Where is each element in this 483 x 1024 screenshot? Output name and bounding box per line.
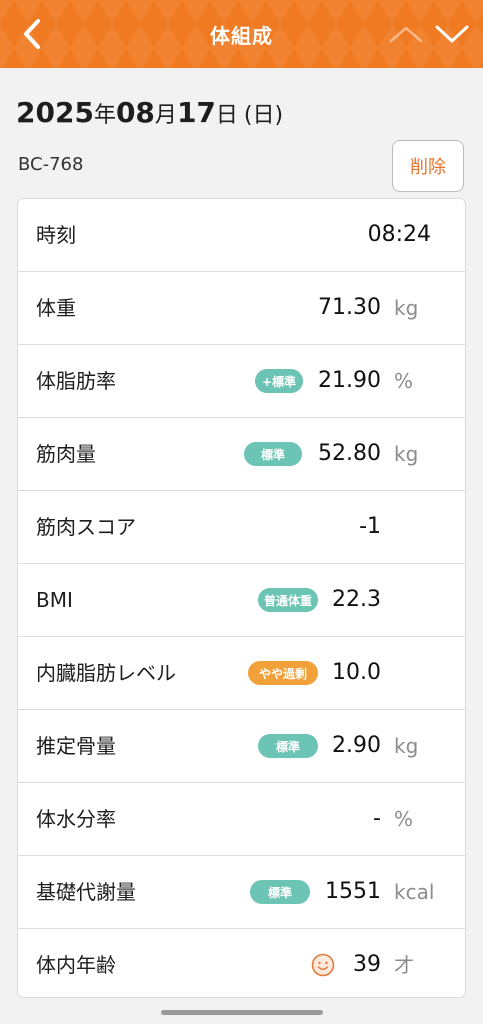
row-value: 1551 — [325, 879, 381, 904]
measurements-list: 時刻 08:24 体重 71.30 kg 体脂肪率 +標準 21.90 % 筋肉… — [17, 198, 466, 998]
row-label: 基礎代謝量 — [36, 880, 136, 904]
row-unit: % — [394, 807, 414, 831]
home-indicator[interactable] — [161, 1010, 323, 1015]
row-unit: % — [394, 369, 414, 393]
list-item-basal-metabolism: 基礎代謝量 標準 1551 kcal — [18, 856, 465, 929]
list-item-muscle-score: 筋肉スコア -1 — [18, 491, 465, 564]
date-month-suffix: 月 — [154, 103, 177, 128]
row-label: 体重 — [36, 296, 76, 320]
row-value: - — [373, 806, 381, 831]
list-item-bone-mass: 推定骨量 標準 2.90 kg — [18, 710, 465, 783]
row-label: BMI — [36, 588, 73, 612]
date-year-suffix: 年 — [93, 103, 116, 128]
row-label: 時刻 — [36, 223, 76, 247]
row-value: 21.90 — [318, 368, 381, 393]
row-unit: kg — [394, 442, 419, 466]
device-model: BC-768 — [18, 154, 84, 175]
status-badge: +標準 — [255, 369, 303, 393]
status-badge: 標準 — [244, 442, 302, 466]
list-item-body-water: 体水分率 - % — [18, 783, 465, 856]
row-label: 体内年齢 — [36, 953, 116, 977]
row-label: 体水分率 — [36, 807, 116, 831]
row-unit: kcal — [394, 880, 435, 904]
row-value: 22.3 — [332, 587, 381, 612]
list-item-muscle-mass: 筋肉量 標準 52.80 kg — [18, 418, 465, 491]
status-badge: 標準 — [258, 734, 318, 758]
list-item-weight: 体重 71.30 kg — [18, 272, 465, 345]
status-badge: やや過剰 — [248, 661, 318, 685]
row-value: 39 — [353, 952, 381, 977]
row-unit: kg — [394, 296, 419, 320]
row-unit: 才 — [394, 953, 414, 977]
date-day: 17 — [176, 96, 216, 129]
row-value: 10.0 — [332, 660, 381, 685]
app-header: 体組成 — [0, 0, 483, 68]
next-record-button[interactable] — [430, 14, 474, 54]
row-label: 体脂肪率 — [36, 369, 116, 393]
status-badge: 標準 — [250, 880, 310, 904]
date-year: 2025 — [16, 96, 94, 129]
row-value: 71.30 — [318, 295, 381, 320]
delete-button[interactable]: 削除 — [392, 140, 464, 192]
chevron-up-icon — [389, 26, 423, 43]
row-label: 筋肉量 — [36, 442, 96, 466]
date-weekday: (日) — [243, 103, 284, 128]
row-value: 52.80 — [318, 441, 381, 466]
date-month: 08 — [115, 96, 155, 129]
row-value: 2.90 — [332, 733, 381, 758]
row-unit: kg — [394, 734, 419, 758]
date-day-suffix: 日 — [215, 103, 238, 128]
row-label: 内臓脂肪レベル — [36, 661, 176, 685]
smiley-face-icon — [311, 953, 335, 977]
list-item-time: 時刻 08:24 — [18, 199, 465, 272]
list-item-visceral-fat: 内臓脂肪レベル やや過剰 10.0 — [18, 637, 465, 710]
measurement-date: 2025 年 08 月 17 日 (日) — [16, 96, 283, 136]
list-item-metabolic-age: 体内年齢 39 才 — [18, 929, 465, 997]
list-item-bmi: BMI 普通体重 22.3 — [18, 564, 465, 637]
row-label: 筋肉スコア — [36, 515, 136, 539]
row-value: 08:24 — [367, 222, 431, 247]
row-value: -1 — [359, 514, 381, 539]
status-badge: 普通体重 — [258, 588, 318, 612]
list-item-body-fat: 体脂肪率 +標準 21.90 % — [18, 345, 465, 418]
previous-record-button[interactable] — [386, 16, 426, 52]
row-label: 推定骨量 — [36, 734, 116, 758]
chevron-down-icon — [435, 25, 469, 43]
